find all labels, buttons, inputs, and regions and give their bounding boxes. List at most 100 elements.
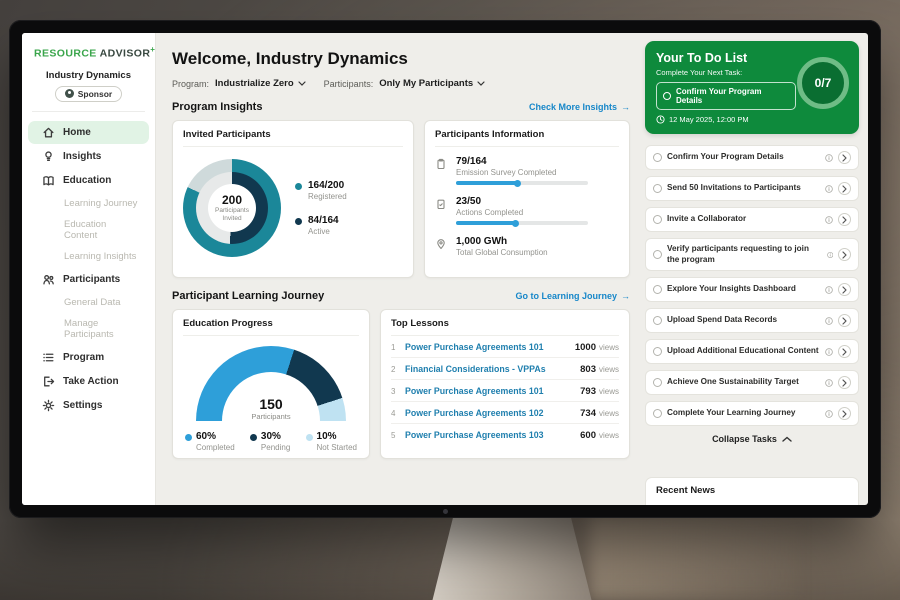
task-checkbox[interactable]	[653, 316, 662, 325]
task-checkbox[interactable]	[653, 285, 662, 294]
progress-bar-fill	[456, 181, 519, 185]
clipboard-icon	[435, 156, 448, 185]
chevron-right-icon[interactable]	[838, 248, 851, 261]
sidebar-item-label: Insights	[63, 151, 101, 162]
info-icon	[825, 379, 833, 387]
task-label: Upload Spend Data Records	[667, 315, 820, 326]
sidebar-item-settings[interactable]: Settings	[28, 394, 149, 417]
task-item[interactable]: Invite a Collaborator	[645, 207, 859, 232]
sidebar-item-education[interactable]: Education	[28, 169, 149, 192]
chevron-right-icon[interactable]	[838, 213, 851, 226]
task-checkbox[interactable]	[653, 250, 662, 259]
sidebar: RESOURCE ADVISOR+ Industry Dynamics Spon…	[22, 33, 156, 505]
task-item[interactable]: Send 50 Invitations to Participants	[645, 176, 859, 201]
lesson-title-link[interactable]: Financial Considerations - VPPAs	[405, 364, 580, 374]
todo-panel: Your To Do List Complete Your Next Task:…	[642, 33, 868, 505]
program-select-value: Industrialize Zero	[215, 78, 294, 89]
next-task[interactable]: Confirm Your Program Details	[656, 82, 796, 110]
task-item[interactable]: Upload Additional Educational Content	[645, 339, 859, 364]
task-item[interactable]: Achieve One Sustainability Target	[645, 370, 859, 395]
program-select[interactable]: Industrialize Zero	[215, 78, 306, 89]
sidebar-item-take-action[interactable]: Take Action	[28, 370, 149, 393]
task-item[interactable]: Confirm Your Program Details	[645, 145, 859, 170]
sidebar-item-manage-participants[interactable]: Manage Participants	[28, 313, 149, 345]
task-item[interactable]: Upload Spend Data Records	[645, 308, 859, 333]
info-icon	[825, 286, 833, 294]
task-checkbox[interactable]	[653, 184, 662, 193]
lesson-title-link[interactable]: Power Purchase Agreements 101	[405, 386, 580, 396]
section-title: Program Insights	[172, 101, 262, 113]
task-checkbox[interactable]	[663, 92, 671, 100]
chevron-right-icon[interactable]	[838, 376, 851, 389]
task-checkbox[interactable]	[653, 378, 662, 387]
card-title: Participants Information	[435, 129, 619, 147]
sidebar-item-program[interactable]: Program	[28, 346, 149, 369]
lesson-rank: 1	[391, 343, 405, 352]
learning-cards-row: Education Progress 150 Participants 60%	[172, 309, 630, 459]
chevron-right-icon[interactable]	[838, 345, 851, 358]
task-checkbox[interactable]	[653, 347, 662, 356]
chevron-right-icon[interactable]	[838, 151, 851, 164]
program-filter-label: Program:	[172, 79, 209, 89]
task-checkbox[interactable]	[653, 215, 662, 224]
check-more-insights-link[interactable]: Check More Insights →	[529, 102, 630, 112]
sidebar-item-learning-journey[interactable]: Learning Journey	[28, 193, 149, 214]
task-item[interactable]: Complete Your Learning Journey	[645, 401, 859, 426]
task-label: Send 50 Invitations to Participants	[667, 183, 820, 194]
info-value: 23/50	[456, 196, 588, 207]
map-pin-icon	[435, 236, 448, 257]
list-icon	[42, 351, 55, 364]
task-list: Confirm Your Program Details Send 50 Inv…	[645, 145, 859, 426]
chevron-right-icon[interactable]	[838, 182, 851, 195]
top-lessons-card: Top Lessons 1 Power Purchase Agreements …	[380, 309, 630, 459]
chevron-right-icon[interactable]	[838, 314, 851, 327]
sidebar-item-learning-insights[interactable]: Learning Insights	[28, 246, 149, 267]
invited-donut-chart: 200 Participants Invited	[183, 159, 281, 257]
sidebar-divider	[32, 111, 145, 112]
lesson-views: 803views	[580, 364, 619, 375]
task-label: Verify participants requesting to join t…	[667, 244, 822, 265]
task-label: Upload Additional Educational Content	[667, 346, 820, 357]
chevron-right-icon[interactable]	[838, 283, 851, 296]
legend-label: Registered	[308, 192, 347, 201]
info-icon	[825, 154, 833, 162]
task-label: Explore Your Insights Dashboard	[667, 284, 820, 295]
chevron-down-icon	[477, 81, 485, 86]
chevron-down-icon	[298, 81, 306, 86]
donut-center-label: Participants Invited	[210, 207, 254, 223]
sidebar-item-home[interactable]: Home	[28, 121, 149, 144]
sidebar-item-label: Participants	[63, 274, 120, 285]
legend-dot	[295, 218, 302, 225]
sidebar-item-insights[interactable]: Insights	[28, 145, 149, 168]
lesson-title-link[interactable]: Power Purchase Agreements 101	[405, 342, 575, 352]
lesson-title-link[interactable]: Power Purchase Agreements 102	[405, 408, 580, 418]
sidebar-item-participants[interactable]: Participants	[28, 268, 149, 291]
collapse-tasks-button[interactable]: Collapse Tasks	[645, 434, 859, 444]
sidebar-item-label: Take Action	[63, 376, 119, 387]
card-title: Top Lessons	[391, 318, 619, 336]
due-date-label: 12 May 2025, 12:00 PM	[669, 115, 749, 124]
lesson-row: 2 Financial Considerations - VPPAs 803vi…	[391, 358, 619, 380]
book-icon	[42, 174, 55, 187]
legend-dot	[250, 434, 257, 441]
progress-bar	[456, 181, 588, 185]
main-content: Welcome, Industry Dynamics Program: Indu…	[156, 33, 642, 505]
participants-select-value: Only My Participants	[379, 78, 473, 89]
lightbulb-icon	[42, 150, 55, 163]
task-item[interactable]: Explore Your Insights Dashboard	[645, 277, 859, 302]
legend-value: 84/164	[308, 215, 339, 226]
task-item[interactable]: Verify participants requesting to join t…	[645, 238, 859, 271]
people-icon	[42, 273, 55, 286]
task-checkbox[interactable]	[653, 153, 662, 162]
lesson-rank: 3	[391, 387, 405, 396]
participants-select[interactable]: Only My Participants	[379, 78, 485, 89]
go-to-learning-journey-link[interactable]: Go to Learning Journey →	[515, 291, 630, 301]
task-checkbox[interactable]	[653, 409, 662, 418]
sidebar-item-education-content[interactable]: Education Content	[28, 214, 149, 246]
sidebar-item-general-data[interactable]: General Data	[28, 292, 149, 313]
arrow-right-icon: →	[621, 102, 630, 112]
card-title: Education Progress	[183, 318, 359, 336]
chevron-right-icon[interactable]	[838, 407, 851, 420]
lesson-title-link[interactable]: Power Purchase Agreements 103	[405, 430, 580, 440]
sidebar-nav: Home Insights Education Learning Journey…	[22, 121, 155, 417]
